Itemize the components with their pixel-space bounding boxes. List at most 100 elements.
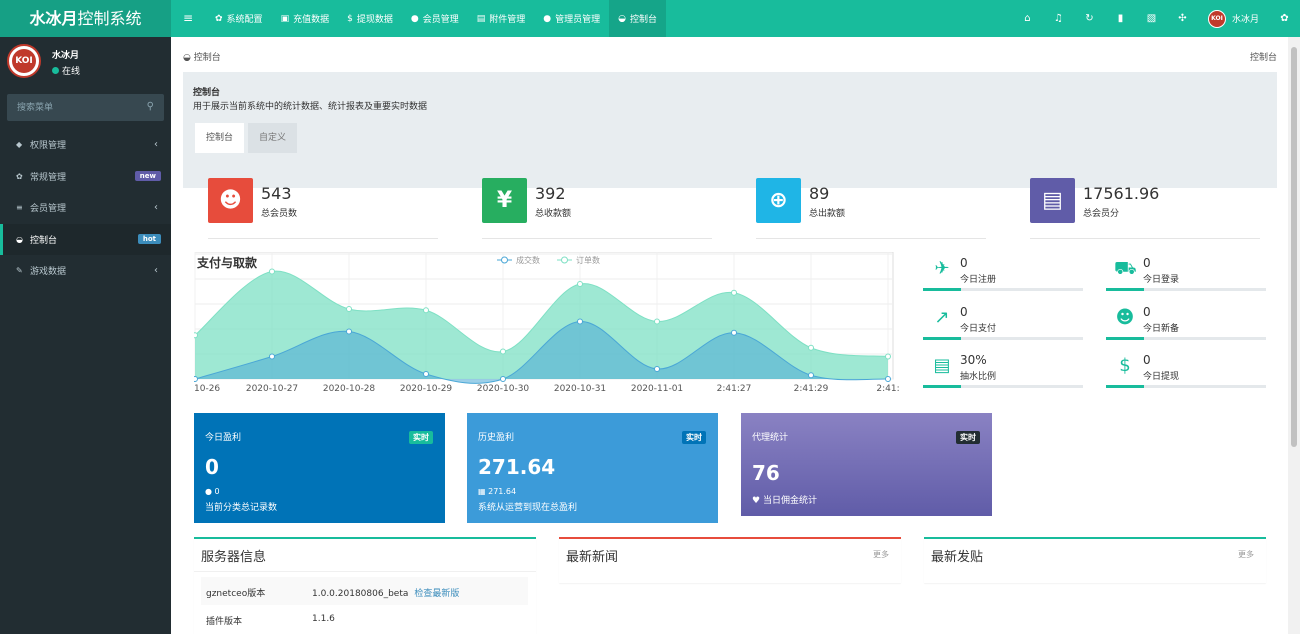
mini-stat-label: 今日提现	[1143, 372, 1180, 382]
settings-gear-icon[interactable]: ✿	[1269, 13, 1300, 24]
topnav-label: 附件管理	[489, 15, 526, 25]
realtime-badge: 实时	[956, 431, 980, 444]
sidebar-item-label: 游戏数据	[30, 267, 67, 278]
mini-stat-label: 今日注册	[960, 275, 997, 285]
avatar: KOI	[1207, 9, 1226, 28]
sidebar-item[interactable]: ≡ 会员管理 ‹	[0, 192, 171, 224]
search-input[interactable]	[7, 94, 137, 121]
series-point-0	[731, 329, 737, 336]
scrollbar[interactable]	[1288, 37, 1300, 634]
card-title: 历史盈利	[478, 433, 515, 443]
topnav-item[interactable]: ▣ 充值数据	[272, 0, 339, 37]
topnav-item[interactable]: ✿ 系统配置	[206, 0, 272, 37]
sidebar-item[interactable]: ✿ 常规管理 new	[0, 161, 171, 193]
logo-rest-text: 控制系统	[77, 9, 142, 28]
menu-toggle-icon[interactable]: ≡	[178, 0, 198, 37]
refresh-icon[interactable]: ↻	[1074, 13, 1105, 24]
check-update-link[interactable]: 检查最新版	[414, 589, 459, 599]
dashboard-icon: ◒	[16, 234, 23, 244]
mini-stat: ↗ 0 今日支付	[923, 302, 1083, 350]
mini-stat-bar-fill	[1106, 288, 1144, 291]
card-description: 系统从运营到现在总盈利	[478, 500, 577, 513]
card-value: 76	[752, 461, 780, 485]
mini-stat-label: 今日登录	[1143, 275, 1180, 285]
chevron-left-icon: ‹	[154, 265, 158, 277]
news-box: 最新新闻 更多	[559, 537, 901, 583]
series-point-1	[269, 268, 275, 275]
series-point-1	[731, 289, 737, 296]
menu-badge: hot	[137, 234, 161, 245]
sidebar-item[interactable]: ✎ 游戏数据 ‹	[0, 255, 171, 287]
posts-more-link[interactable]: 更多	[1238, 549, 1254, 560]
topnav-item[interactable]: ▤ 附件管理	[468, 0, 535, 37]
news-title: 最新新闻	[566, 550, 619, 565]
sidebar-avatar-text: KOI	[12, 49, 36, 73]
version-value: 1.0.0.20180806_beta	[312, 589, 409, 599]
series-point-1	[654, 318, 660, 325]
topnav-item[interactable]: ● 管理员管理	[534, 0, 609, 37]
fullscreen-icon[interactable]: ✣	[1167, 13, 1198, 24]
panel-description: 用于展示当前系统中的统计数据、统计报表及重要实时数据	[193, 102, 428, 112]
trash-icon[interactable]: ▮	[1105, 13, 1136, 24]
card-sub: ● 0	[205, 487, 220, 496]
mini-stat-bar	[923, 336, 1083, 340]
bell-icon[interactable]: ♫	[1043, 13, 1074, 24]
mini-stat-label: 抽水比例	[960, 372, 997, 382]
mini-stat-bar	[1106, 385, 1266, 388]
series-point-0	[654, 366, 660, 372]
mini-stat-value: 0	[1143, 304, 1151, 319]
topnav-label: 控制台	[629, 15, 657, 25]
pencil-icon: ✎	[16, 266, 23, 276]
breadcrumb-left[interactable]: 控制台	[194, 53, 221, 63]
language-icon[interactable]: ▧	[1136, 13, 1167, 24]
mini-stat-bar-fill	[923, 288, 961, 291]
panel-title: 控制台	[193, 88, 221, 98]
series-point-1	[500, 348, 506, 355]
mini-stat-bar	[1106, 336, 1266, 340]
rocket-icon: ✈	[934, 258, 950, 279]
gear-icon: ✿	[215, 13, 223, 24]
x-tick-label: 2020-10-30	[477, 384, 530, 394]
topnav-item[interactable]: $ 提现数据	[338, 0, 402, 37]
stat-label: 总出款额	[809, 209, 846, 219]
user-panel: KOI 水冰月 在线	[7, 44, 167, 84]
home-icon[interactable]: ⌂	[1012, 13, 1043, 24]
mini-stat-bar-fill	[923, 336, 961, 340]
status-text: 在线	[62, 67, 81, 77]
mini-stat-bar	[1106, 288, 1266, 291]
posts-box: 最新发贴 更多	[924, 537, 1266, 583]
mini-stat-bar-fill	[1106, 336, 1144, 340]
users-icon: ☻	[1115, 306, 1135, 328]
chart-title: 支付与取款	[196, 255, 258, 270]
topnav-item[interactable]: ● 会员管理	[402, 0, 468, 37]
mini-stat-value: 30%	[960, 353, 987, 367]
users-icon: ◆	[16, 140, 23, 150]
file-icon: ▤	[476, 13, 486, 24]
search-icon[interactable]: ⚲	[147, 101, 154, 112]
app-logo[interactable]: 水冰月控制系统	[0, 0, 171, 37]
tab-dashboard[interactable]: 控制台	[195, 123, 245, 153]
panel-heading: 控制台 用于展示当前系统中的统计数据、统计报表及重要实时数据 控制台 自定义	[183, 72, 1277, 188]
topnav-item[interactable]: ◒ 控制台	[609, 0, 666, 37]
scrollbar-thumb[interactable]	[1291, 47, 1297, 447]
sidebar-item[interactable]: ◆ 权限管理 ‹	[0, 129, 171, 161]
sidebar-item-label: 会员管理	[30, 204, 67, 215]
stat-card: ¥392 总收款额	[482, 177, 712, 239]
summary-card: 今日盈利 实时 0 ● 0 当前分类总记录数	[194, 413, 445, 523]
sidebar: KOI 水冰月 在线 ⚲ ◆ 权限管理 ‹ ✿ 常规管理 new ≡ 会员管理 ‹ ◒ 控制台 hot…	[0, 37, 171, 634]
stat-label: 总会员分	[1083, 209, 1120, 219]
series-point-0	[885, 376, 891, 382]
series-point-0	[423, 371, 429, 377]
list-alt-icon: ▤	[933, 355, 951, 376]
realtime-badge: 实时	[409, 431, 433, 444]
breadcrumb-right[interactable]: 控制台	[1250, 50, 1277, 63]
sidebar-item[interactable]: ◒ 控制台 hot	[0, 223, 171, 255]
tab-custom[interactable]: 自定义	[248, 123, 298, 153]
user-menu[interactable]: KOI 水冰月	[1198, 9, 1269, 28]
card-sub-value: 0	[214, 487, 220, 496]
news-more-link[interactable]: 更多	[873, 549, 889, 560]
x-tick-label: 2020-10-28	[323, 384, 376, 394]
stat-value: 543	[261, 184, 292, 203]
row-value: 1.1.6	[312, 614, 335, 624]
summary-card: 代理统计 实时 76 ♥ 当日佣金统计	[741, 413, 992, 516]
